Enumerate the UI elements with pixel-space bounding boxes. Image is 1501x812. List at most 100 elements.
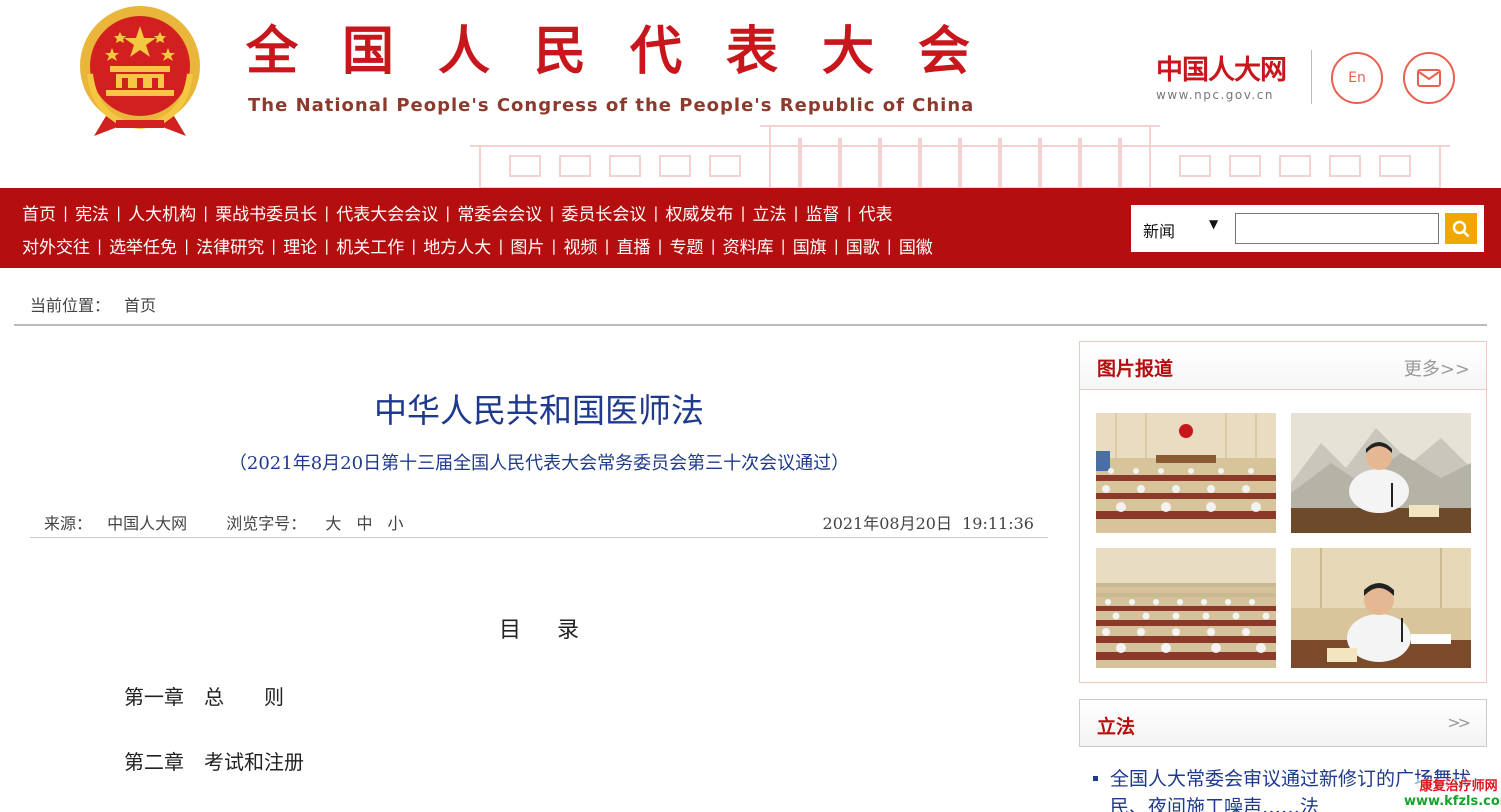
nav-item-row1-0[interactable]: 首页	[22, 200, 56, 225]
nav-item-row2-8[interactable]: 直播	[617, 233, 651, 258]
mail-icon	[1417, 69, 1441, 87]
nav-separator: |	[657, 236, 663, 255]
toc-chapter-2[interactable]: 第二章 考试和注册	[124, 746, 304, 775]
news-photo-3[interactable]	[1096, 548, 1276, 668]
search-icon	[1452, 220, 1470, 237]
nav-item-row2-3[interactable]: 理论	[283, 233, 317, 258]
nav-item-row2-13[interactable]: 国徽	[899, 233, 933, 258]
source-label: 来源：	[44, 514, 93, 533]
nav-item-row2-2[interactable]: 法律研究	[196, 233, 264, 258]
legislation-panel: 立法 >>	[1079, 699, 1487, 747]
watermark-name: 康复治疗师网	[1419, 779, 1498, 794]
fontsize-small-button[interactable]: 小	[388, 514, 404, 533]
source-value: 中国人大网	[107, 514, 188, 533]
nav-separator: |	[184, 236, 190, 255]
nav-separator: |	[793, 203, 799, 222]
search-button[interactable]	[1445, 213, 1477, 244]
nav-separator: |	[780, 236, 786, 255]
fontsize-label: 浏览字号：	[226, 514, 307, 533]
legislation-title: 立法	[1097, 716, 1136, 738]
mail-button[interactable]	[1403, 52, 1455, 104]
nav-item-row1-5[interactable]: 常委会会议	[457, 200, 542, 225]
nav-item-row2-7[interactable]: 视频	[563, 233, 597, 258]
nav-separator: |	[653, 203, 659, 222]
picture-news-more-link[interactable]: 更多>>	[1404, 355, 1470, 381]
article-title: 中华人民共和国医师法	[374, 391, 704, 430]
great-hall-illustration	[470, 125, 1450, 188]
nav-item-row1-1[interactable]: 宪法	[75, 200, 109, 225]
nav-item-row2-10[interactable]: 资料库	[723, 233, 774, 258]
nav-separator: |	[740, 203, 746, 222]
nav-row-1: 首页 | 宪法 | 人大机构 | 栗战书委员长 | 代表大会会议 | 常委会会议 | 委员长会议 | 权威发…	[22, 200, 893, 226]
toc-heading: 目录	[498, 618, 615, 643]
nav-item-row1-9[interactable]: 监督	[806, 200, 840, 225]
fontsize-large-button[interactable]: 大	[325, 514, 341, 533]
nav-separator: |	[886, 236, 892, 255]
nav-item-row1-8[interactable]: 立法	[753, 200, 787, 225]
article-meta: 来源： 中国人大网 浏览字号： 大 中 小 2021年08月20日 19:11:…	[44, 510, 1034, 534]
npc-site-logo[interactable]: 中国人大网 www.npc.gov.cn	[1156, 55, 1302, 103]
nav-item-row1-6[interactable]: 委员长会议	[561, 200, 646, 225]
watermark-url: www.kfzls.com	[1404, 794, 1501, 809]
nav-separator: |	[411, 236, 417, 255]
nav-separator: |	[551, 236, 557, 255]
chevron-down-icon[interactable]: ▼	[1209, 217, 1218, 231]
fontsize-medium-button[interactable]: 中	[356, 514, 372, 533]
nav-item-row2-1[interactable]: 选举任免	[109, 233, 177, 258]
breadcrumb-label: 当前位置：	[30, 296, 111, 315]
nav-item-row1-4[interactable]: 代表大会会议	[336, 200, 438, 225]
picture-news-panel: 图片报道 更多>>	[1079, 341, 1487, 683]
search-box: 新闻 ▼	[1131, 205, 1484, 252]
nav-separator: |	[604, 236, 610, 255]
publish-date: 2021年08月20日 19:11:36	[822, 514, 1034, 533]
site-title-en: The National People's Congress of the Pe…	[248, 95, 975, 116]
nav-item-row2-6[interactable]: 图片	[510, 233, 544, 258]
national-emblem-icon[interactable]	[76, 4, 204, 138]
breadcrumb-home-link[interactable]: 首页	[124, 296, 156, 315]
legislation-more-link[interactable]: >>	[1447, 713, 1471, 732]
nav-separator: |	[324, 236, 330, 255]
search-category-select[interactable]: 新闻	[1143, 218, 1175, 242]
logo-divider	[1311, 50, 1312, 104]
nav-row-2: 对外交往 | 选举任免 | 法律研究 | 理论 | 机关工作 | 地方人大 | 图片 | 视频 | 直播 | 专题 |…	[22, 233, 933, 259]
news-photo-4[interactable]	[1291, 548, 1471, 668]
nav-item-row2-11[interactable]: 国旗	[793, 233, 827, 258]
nav-separator: |	[97, 236, 103, 255]
nav-item-row1-7[interactable]: 权威发布	[665, 200, 733, 225]
nav-separator: |	[203, 203, 209, 222]
article-subtitle: （2021年8月20日第十三届全国人民代表大会常务委员会第三十次会议通过）	[228, 453, 850, 474]
nav-item-row2-0[interactable]: 对外交往	[22, 233, 90, 258]
toc-chapter-1[interactable]: 第一章 总 则	[124, 681, 284, 710]
nav-separator: |	[324, 203, 330, 222]
nav-separator: |	[833, 236, 839, 255]
main-nav: 首页 | 宪法 | 人大机构 | 栗战书委员长 | 代表大会会议 | 常委会会议 | 委员长会议 | 权威发…	[0, 188, 1501, 268]
nav-item-row2-4[interactable]: 机关工作	[336, 233, 404, 258]
news-photo-2[interactable]	[1291, 413, 1471, 533]
breadcrumb-divider	[14, 324, 1487, 326]
nav-item-row1-10[interactable]: 代表	[859, 200, 893, 225]
nav-item-row2-5[interactable]: 地方人大	[423, 233, 491, 258]
nav-separator: |	[63, 203, 69, 222]
news-photo-1[interactable]	[1096, 413, 1276, 533]
site-title-cn: 全国人民代表大会	[246, 21, 1015, 82]
bullet-icon	[1093, 776, 1098, 781]
nav-item-row1-2[interactable]: 人大机构	[128, 200, 196, 225]
nav-item-row1-3[interactable]: 栗战书委员长	[215, 200, 317, 225]
npc-logo-url: www.npc.gov.cn	[1156, 88, 1274, 102]
picture-news-header: 图片报道 更多>>	[1080, 342, 1486, 390]
nav-separator: |	[710, 236, 716, 255]
nav-item-row2-9[interactable]: 专题	[670, 233, 704, 258]
npc-logo-text: 中国人大网	[1156, 55, 1287, 86]
nav-separator: |	[116, 203, 122, 222]
search-input[interactable]	[1235, 213, 1439, 244]
nav-separator: |	[498, 236, 504, 255]
english-version-button[interactable]: En	[1331, 52, 1383, 104]
site-watermark: 康复治疗师网 www.kfzls.com	[1404, 779, 1501, 809]
nav-separator: |	[445, 203, 451, 222]
nav-separator: |	[271, 236, 277, 255]
meta-divider	[30, 537, 1048, 538]
site-header: 全国人民代表大会 The National People's Congress …	[0, 0, 1501, 188]
nav-item-row2-12[interactable]: 国歌	[846, 233, 880, 258]
picture-news-title: 图片报道	[1097, 358, 1174, 380]
nav-separator: |	[846, 203, 852, 222]
